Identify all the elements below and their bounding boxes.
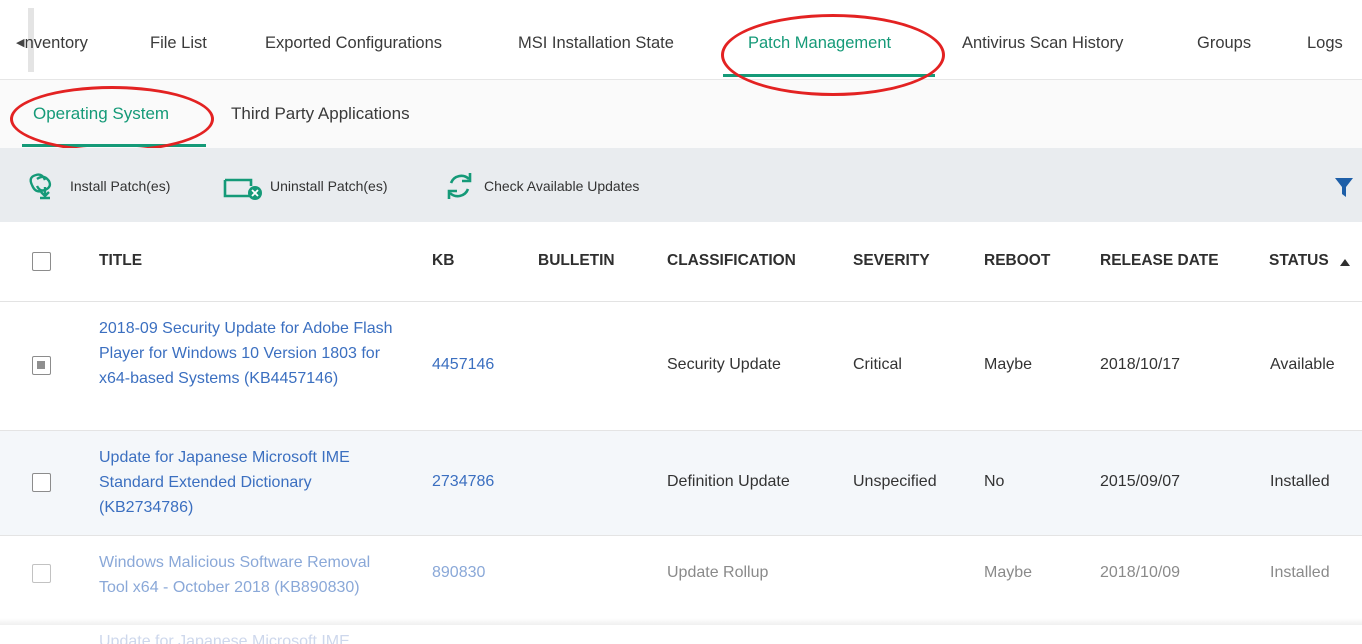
release-date-cell: 2018/10/17 [1100,356,1181,373]
column-classification[interactable]: CLASSIFICATION [667,252,796,270]
refresh-icon [447,173,472,199]
patch-title-link[interactable]: 2018-09 Security Update for Adobe Flash … [99,316,399,391]
status-cell: Installed [1270,564,1330,581]
column-kb[interactable]: KB [432,252,454,270]
row-checkbox[interactable] [32,473,51,492]
column-release-date[interactable]: RELEASE DATE [1100,252,1219,270]
kb-link[interactable]: 2734786 [432,473,494,491]
table-row[interactable]: Update for Japanese Microsoft IME Standa… [0,431,1362,536]
patch-toolbar: Install Patch(es) Uninstall Patch(es) Ch… [0,148,1362,222]
tab-file-list[interactable]: File List [150,34,207,53]
reboot-cell: Maybe [984,356,1033,373]
partial-row-title: Update for Japanese Microsoft IME [99,633,350,644]
column-title[interactable]: TITLE [99,252,142,270]
kb-link[interactable]: 4457146 [432,356,494,374]
classification-cell: Update Rollup [667,564,769,581]
install-patch-label: Install Patch(es) [70,178,171,194]
tab-patch-management[interactable]: Patch Management [748,34,891,53]
install-patch-button[interactable]: Install Patch(es) [26,172,170,200]
kb-link[interactable]: 890830 [432,564,485,582]
uninstall-patch-button[interactable]: Uninstall Patch(es) [222,172,388,200]
sub-tab-bar: Operating System Third Party Application… [0,80,1362,148]
tab-logs[interactable]: Logs [1307,34,1343,53]
table-row[interactable]: Windows Malicious Software Removal Tool … [0,536,1362,618]
row-checkbox[interactable] [32,356,51,375]
reboot-cell: No [984,473,1005,490]
patch-title-link[interactable]: Windows Malicious Software Removal Tool … [99,550,399,600]
column-reboot[interactable]: REBOOT [984,252,1050,270]
subtab-third-party-applications[interactable]: Third Party Applications [231,104,410,124]
tab-msi-installation-state[interactable]: MSI Installation State [518,34,674,53]
tab-exported-configurations[interactable]: Exported Configurations [265,34,442,53]
tab-groups[interactable]: Groups [1197,34,1251,53]
uninstall-patch-label: Uninstall Patch(es) [270,178,388,194]
column-status[interactable]: STATUS [1269,252,1329,270]
classification-cell: Definition Update [667,473,790,490]
tab-inventory[interactable]: Inventory [24,34,104,53]
subtab-operating-system[interactable]: Operating System [33,104,169,124]
active-subtab-indicator [22,144,206,147]
select-all-checkbox[interactable] [32,252,51,271]
patch-title-link[interactable]: Update for Japanese Microsoft IME Standa… [99,445,379,520]
tab-antivirus-scan-history[interactable]: Antivirus Scan History [962,34,1123,53]
reboot-cell: Maybe [984,564,1033,581]
install-patch-icon [29,173,52,200]
severity-cell: Unspecified [853,473,937,490]
active-tab-indicator [723,74,935,77]
status-cell: Installed [1270,473,1330,490]
row-checkbox[interactable] [32,564,51,583]
column-severity[interactable]: SEVERITY [853,252,930,270]
uninstall-patch-icon [223,178,262,200]
partial-table-row: Update for Japanese Microsoft IME [0,625,1362,644]
release-date-cell: 2015/09/07 [1100,473,1181,490]
release-date-cell: 2018/10/09 [1100,564,1181,581]
top-tab-bar: ◀ Inventory File List Exported Configura… [0,0,1362,80]
status-cell: Available [1270,356,1335,373]
filter-icon[interactable] [1334,176,1354,198]
check-available-updates-button[interactable]: Check Available Updates [442,172,639,200]
column-bulletin[interactable]: BULLETIN [538,252,615,270]
check-available-updates-label: Check Available Updates [484,178,640,194]
table-header: TITLE KB BULLETIN CLASSIFICATION SEVERIT… [0,222,1362,302]
severity-cell: Critical [853,356,902,373]
sort-ascending-icon[interactable] [1339,257,1351,267]
classification-cell: Security Update [667,356,781,373]
table-row[interactable]: 2018-09 Security Update for Adobe Flash … [0,302,1362,431]
